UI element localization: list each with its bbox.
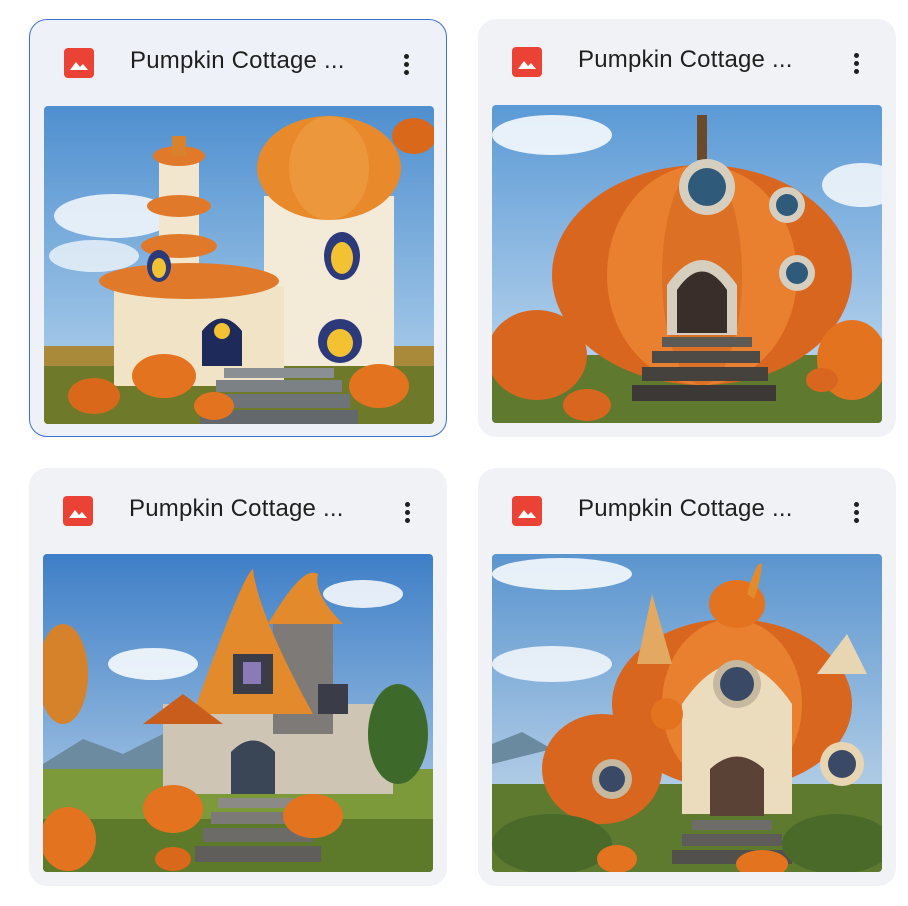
more-options-button[interactable] bbox=[838, 47, 874, 79]
more-options-button[interactable] bbox=[389, 496, 425, 528]
image-file-icon bbox=[63, 496, 93, 526]
image-file-icon bbox=[512, 47, 542, 77]
image-file-icon bbox=[64, 48, 94, 78]
file-card-header: Pumpkin Cottage ... bbox=[478, 468, 896, 554]
file-card-header: Pumpkin Cottage ... bbox=[29, 468, 447, 554]
image-thumbnail[interactable] bbox=[492, 105, 882, 423]
image-thumbnail[interactable] bbox=[43, 554, 433, 872]
file-card-1[interactable]: Pumpkin Cottage ... bbox=[29, 19, 447, 437]
file-card-2[interactable]: Pumpkin Cottage ... bbox=[478, 19, 896, 437]
file-title[interactable]: Pumpkin Cottage ... bbox=[130, 47, 345, 75]
image-file-icon bbox=[512, 496, 542, 526]
file-card-3[interactable]: Pumpkin Cottage ... bbox=[29, 468, 447, 886]
file-title[interactable]: Pumpkin Cottage ... bbox=[578, 495, 793, 523]
file-card-header: Pumpkin Cottage ... bbox=[478, 19, 896, 105]
image-thumbnail[interactable] bbox=[492, 554, 882, 872]
image-thumbnail[interactable] bbox=[44, 106, 434, 424]
file-title[interactable]: Pumpkin Cottage ... bbox=[578, 46, 793, 74]
file-card-header: Pumpkin Cottage ... bbox=[30, 20, 446, 106]
more-options-button[interactable] bbox=[388, 48, 424, 80]
file-card-4[interactable]: Pumpkin Cottage ... bbox=[478, 468, 896, 886]
file-title[interactable]: Pumpkin Cottage ... bbox=[129, 495, 344, 523]
more-options-button[interactable] bbox=[838, 496, 874, 528]
